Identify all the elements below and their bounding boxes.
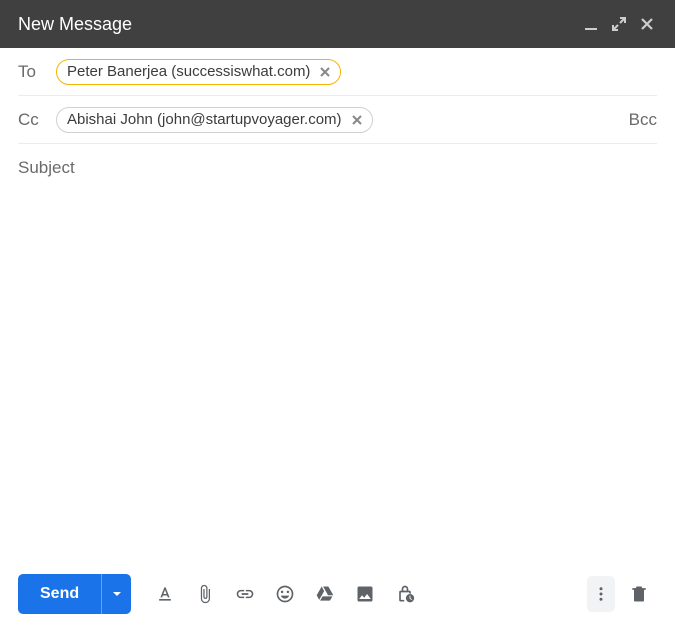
formatting-button[interactable] bbox=[147, 576, 183, 612]
insert-photo-button[interactable] bbox=[347, 576, 383, 612]
link-icon bbox=[235, 584, 255, 604]
fullscreen-button[interactable] bbox=[605, 10, 633, 38]
send-button-group: Send bbox=[18, 574, 131, 614]
to-row[interactable]: To Peter Banerjea (successiswhat.com) bbox=[18, 48, 657, 96]
image-icon bbox=[355, 584, 375, 604]
minimize-button[interactable] bbox=[577, 10, 605, 38]
drive-icon bbox=[315, 584, 335, 604]
more-options-button[interactable] bbox=[587, 576, 615, 612]
text-format-icon bbox=[155, 584, 175, 604]
attach-button[interactable] bbox=[187, 576, 223, 612]
emoji-button[interactable] bbox=[267, 576, 303, 612]
lock-clock-icon bbox=[395, 584, 415, 604]
emoji-icon bbox=[275, 584, 295, 604]
minimize-icon bbox=[584, 17, 598, 31]
paperclip-icon bbox=[195, 584, 215, 604]
to-label: To bbox=[18, 62, 46, 82]
window-title: New Message bbox=[18, 14, 577, 35]
send-options-button[interactable] bbox=[101, 574, 131, 614]
confidential-mode-button[interactable] bbox=[387, 576, 423, 612]
expand-icon bbox=[612, 17, 626, 31]
caret-down-icon bbox=[112, 589, 122, 599]
drive-button[interactable] bbox=[307, 576, 343, 612]
trash-icon bbox=[629, 584, 649, 604]
discard-draft-button[interactable] bbox=[621, 576, 657, 612]
close-icon bbox=[640, 17, 654, 31]
bcc-toggle[interactable]: Bcc bbox=[629, 110, 657, 130]
insert-link-button[interactable] bbox=[227, 576, 263, 612]
to-recipient-chip[interactable]: Peter Banerjea (successiswhat.com) bbox=[56, 59, 341, 85]
cc-row[interactable]: Cc Abishai John (john@startupvoyager.com… bbox=[18, 96, 657, 144]
chip-label: Peter Banerjea (successiswhat.com) bbox=[67, 63, 310, 80]
close-icon bbox=[319, 66, 331, 78]
send-button[interactable]: Send bbox=[18, 574, 101, 614]
compose-toolbar: Send bbox=[0, 562, 675, 626]
more-vert-icon bbox=[592, 585, 610, 603]
remove-chip-button[interactable] bbox=[316, 63, 334, 81]
message-body[interactable] bbox=[18, 178, 657, 556]
remove-chip-button[interactable] bbox=[348, 111, 366, 129]
cc-label: Cc bbox=[18, 110, 46, 130]
chip-label: Abishai John (john@startupvoyager.com) bbox=[67, 111, 342, 128]
titlebar: New Message bbox=[0, 0, 675, 48]
close-icon bbox=[351, 114, 363, 126]
cc-recipient-chip[interactable]: Abishai John (john@startupvoyager.com) bbox=[56, 107, 373, 133]
close-button[interactable] bbox=[633, 10, 661, 38]
